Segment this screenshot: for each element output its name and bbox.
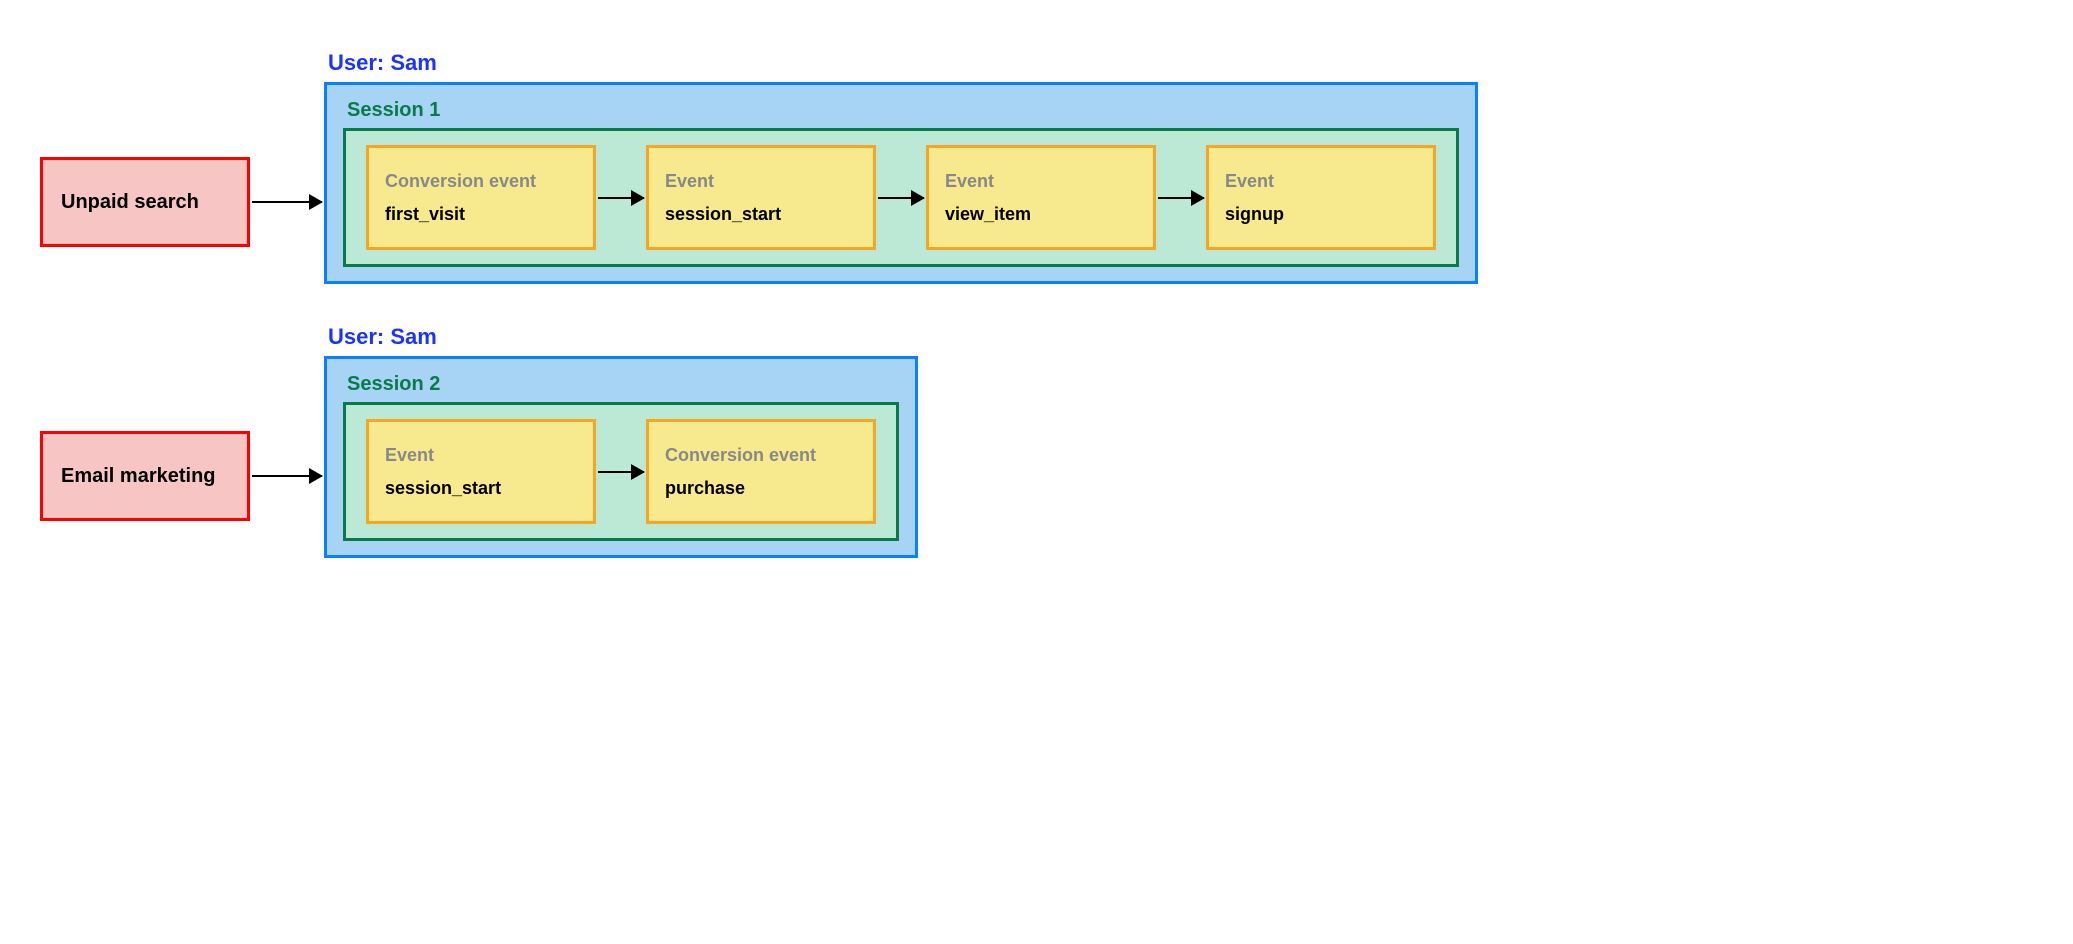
event-name: session_start (665, 204, 857, 225)
event-box: Conversion event first_visit (366, 145, 596, 250)
arrow-icon (252, 201, 322, 203)
event-type: Event (1225, 171, 1417, 192)
traffic-source-label: Unpaid search (61, 191, 199, 214)
event-box: Event signup (1206, 145, 1436, 250)
event-name: first_visit (385, 204, 577, 225)
event-name: signup (1225, 204, 1417, 225)
event-name: view_item (945, 204, 1137, 225)
event-name: purchase (665, 478, 857, 499)
user-block: User: Sam Session 1 Conversion event fir… (324, 50, 1478, 284)
event-type: Event (665, 171, 857, 192)
traffic-source-box: Email marketing (40, 431, 250, 521)
session-title: Session 1 (347, 99, 1459, 122)
flow-row: Unpaid search User: Sam Session 1 Conver… (40, 50, 2033, 284)
arrow-icon (598, 471, 644, 473)
user-title: User: Sam (328, 324, 918, 350)
arrow-icon (878, 197, 924, 199)
event-box: Conversion event purchase (646, 419, 876, 524)
event-box: Event session_start (646, 145, 876, 250)
user-block: User: Sam Session 2 Event session_start … (324, 324, 918, 558)
event-box: Event view_item (926, 145, 1156, 250)
session-inner: Conversion event first_visit Event sessi… (366, 145, 1436, 250)
session-inner: Event session_start Conversion event pur… (366, 419, 876, 524)
traffic-source-box: Unpaid search (40, 157, 250, 247)
traffic-source-label: Email marketing (61, 465, 216, 488)
user-box: Session 1 Conversion event first_visit E… (324, 82, 1478, 284)
event-name: session_start (385, 478, 577, 499)
flow-row: Email marketing User: Sam Session 2 Even… (40, 324, 2033, 558)
event-type: Conversion event (385, 171, 577, 192)
event-type: Conversion event (665, 445, 857, 466)
event-type: Event (385, 445, 577, 466)
session-title: Session 2 (347, 373, 899, 396)
event-box: Event session_start (366, 419, 596, 524)
arrow-icon (1158, 197, 1204, 199)
session-box: Event session_start Conversion event pur… (343, 402, 899, 541)
user-box: Session 2 Event session_start Conversion… (324, 356, 918, 558)
arrow-icon (598, 197, 644, 199)
arrow-icon (252, 475, 322, 477)
session-box: Conversion event first_visit Event sessi… (343, 128, 1459, 267)
event-type: Event (945, 171, 1137, 192)
user-title: User: Sam (328, 50, 1478, 76)
